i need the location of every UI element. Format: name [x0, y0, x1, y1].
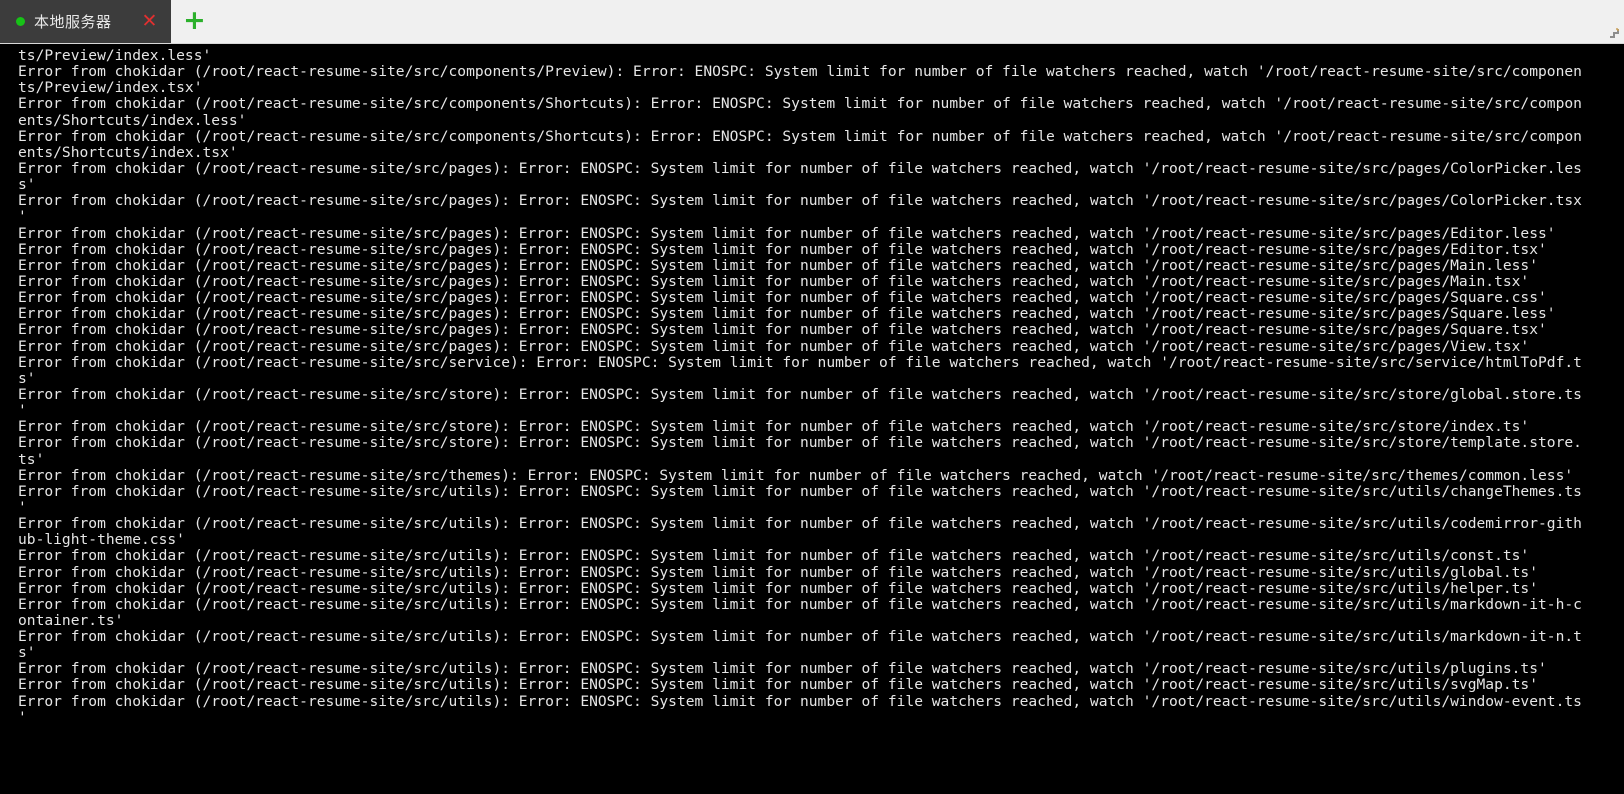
terminal-line: s'	[18, 644, 36, 662]
terminal-output[interactable]: ts/Preview/index.less' Error from chokida…	[0, 44, 1624, 794]
tab-bar: 本地服务器 ✕ +	[0, 0, 1624, 44]
new-tab-button[interactable]: +	[171, 0, 217, 43]
terminal-line: Error from chokidar (/root/react-resume-…	[18, 305, 1556, 323]
terminal-line: Error from chokidar (/root/react-resume-…	[18, 159, 1582, 177]
terminal-line: Error from chokidar (/root/react-resume-…	[18, 515, 1582, 533]
terminal-line: Error from chokidar (/root/react-resume-…	[18, 579, 1539, 597]
terminal-line: s'	[18, 369, 36, 387]
terminal-line: ub-light-theme.css'	[18, 531, 185, 549]
terminal-line: ts/Preview/index.less'	[18, 47, 212, 64]
terminal-line: ts/Preview/index.tsx'	[18, 79, 203, 97]
terminal-line: Error from chokidar (/root/react-resume-…	[18, 127, 1582, 145]
terminal-line: Error from chokidar (/root/react-resume-…	[18, 418, 1530, 436]
terminal-line: Error from chokidar (/root/react-resume-…	[18, 289, 1547, 307]
terminal-line: ents/Shortcuts/index.tsx'	[18, 143, 238, 161]
terminal-line: Error from chokidar (/root/react-resume-…	[18, 353, 1582, 371]
terminal-line: Error from chokidar (/root/react-resume-…	[18, 224, 1556, 242]
terminal-line: Error from chokidar (/root/react-resume-…	[18, 660, 1547, 678]
terminal-line: Error from chokidar (/root/react-resume-…	[18, 434, 1582, 452]
terminal-line: Error from chokidar (/root/react-resume-…	[18, 595, 1582, 613]
terminal-line: '	[18, 708, 27, 726]
resize-grip-icon[interactable]	[1604, 0, 1624, 43]
terminal-window: 本地服务器 ✕ + ts/Preview/index.less' Error fr…	[0, 0, 1624, 794]
terminal-line: '	[18, 402, 27, 420]
terminal-line: Error from chokidar (/root/react-resume-…	[18, 692, 1582, 710]
terminal-line: ontainer.ts'	[18, 611, 124, 629]
terminal-line: Error from chokidar (/root/react-resume-…	[18, 256, 1539, 274]
terminal-line: Error from chokidar (/root/react-resume-…	[18, 321, 1547, 339]
terminal-line: Error from chokidar (/root/react-resume-…	[18, 63, 1582, 81]
terminal-line: Error from chokidar (/root/react-resume-…	[18, 240, 1547, 258]
terminal-line: Error from chokidar (/root/react-resume-…	[18, 628, 1582, 646]
tab-title: 本地服务器	[34, 13, 112, 31]
terminal-line: Error from chokidar (/root/react-resume-…	[18, 337, 1530, 355]
terminal-line: Error from chokidar (/root/react-resume-…	[18, 676, 1539, 694]
terminal-line: Error from chokidar (/root/react-resume-…	[18, 466, 1574, 484]
terminal-line: Error from chokidar (/root/react-resume-…	[18, 563, 1539, 581]
terminal-line: Error from chokidar (/root/react-resume-…	[18, 385, 1582, 403]
connection-status-dot-icon	[16, 17, 25, 26]
terminal-line: Error from chokidar (/root/react-resume-…	[18, 95, 1582, 113]
terminal-line: ents/Shortcuts/index.less'	[18, 111, 247, 129]
tab-bar-spacer	[217, 0, 1604, 43]
terminal-line: '	[18, 208, 27, 226]
terminal-line: Error from chokidar (/root/react-resume-…	[18, 482, 1582, 500]
terminal-line: ts'	[18, 450, 45, 468]
terminal-line: Error from chokidar (/root/react-resume-…	[18, 547, 1530, 565]
tab-local-server[interactable]: 本地服务器 ✕	[0, 0, 172, 43]
close-icon[interactable]: ✕	[142, 12, 158, 31]
terminal-line: '	[18, 498, 27, 516]
terminal-line: Error from chokidar (/root/react-resume-…	[18, 192, 1582, 210]
terminal-line: Error from chokidar (/root/react-resume-…	[18, 272, 1530, 290]
terminal-line: s'	[18, 176, 36, 194]
